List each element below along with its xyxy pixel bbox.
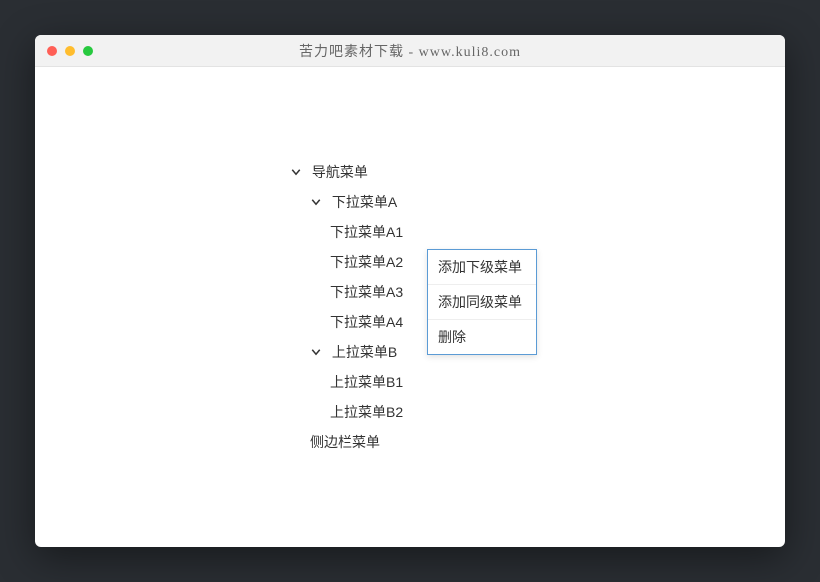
tree-leaf[interactable]: 下拉菜单A4 (330, 307, 785, 337)
tree-leaf[interactable]: 下拉菜单A1 (330, 217, 785, 247)
tree-node-label[interactable]: 下拉菜单A3 (330, 284, 403, 300)
menu-add-sibling[interactable]: 添加同级菜单 (428, 285, 536, 320)
tree-node-b[interactable]: 上拉菜单B 上拉菜单B1 上拉菜单B2 (310, 337, 785, 427)
tree-node-label[interactable]: 上拉菜单B1 (330, 374, 403, 390)
chevron-down-icon[interactable] (310, 337, 324, 367)
menu-add-child[interactable]: 添加下级菜单 (428, 250, 536, 285)
tree-root[interactable]: 导航菜单 下拉菜单A 下拉菜单A1 下拉菜单A2 (290, 157, 785, 457)
tree-node-label[interactable]: 侧边栏菜单 (310, 434, 380, 450)
tree-node-c[interactable]: 侧边栏菜单 (310, 427, 785, 457)
tree-node-label[interactable]: 下拉菜单A4 (330, 314, 403, 330)
zoom-icon[interactable] (83, 46, 93, 56)
app-window: 苦力吧素材下载 - www.kuli8.com 导航菜单 下拉菜单A 下拉菜单A… (35, 35, 785, 547)
tree-node-label[interactable]: 下拉菜单A (332, 194, 397, 210)
chevron-down-icon[interactable] (310, 187, 324, 217)
tree-node-label[interactable]: 导航菜单 (312, 164, 368, 180)
tree-node-label[interactable]: 上拉菜单B (332, 344, 397, 360)
tree-leaf[interactable]: 下拉菜单A3 (330, 277, 785, 307)
minimize-icon[interactable] (65, 46, 75, 56)
tree-node-a[interactable]: 下拉菜单A 下拉菜单A1 下拉菜单A2 下拉菜单A3 下拉菜单A4 (310, 187, 785, 337)
content-area: 导航菜单 下拉菜单A 下拉菜单A1 下拉菜单A2 (35, 67, 785, 457)
tree-leaf[interactable]: 上拉菜单B1 (330, 367, 785, 397)
context-menu: 添加下级菜单 添加同级菜单 删除 (427, 249, 537, 355)
close-icon[interactable] (47, 46, 57, 56)
window-title: 苦力吧素材下载 - www.kuli8.com (35, 41, 785, 61)
tree-node-label[interactable]: 下拉菜单A1 (330, 224, 403, 240)
tree-leaf[interactable]: 上拉菜单B2 (330, 397, 785, 427)
tree-node-label[interactable]: 下拉菜单A2 (330, 254, 403, 270)
tree-leaf[interactable]: 下拉菜单A2 (330, 247, 785, 277)
chevron-down-icon[interactable] (290, 157, 304, 187)
tree-node-label[interactable]: 上拉菜单B2 (330, 404, 403, 420)
titlebar: 苦力吧素材下载 - www.kuli8.com (35, 35, 785, 67)
window-controls (47, 46, 93, 56)
menu-delete[interactable]: 删除 (428, 320, 536, 354)
